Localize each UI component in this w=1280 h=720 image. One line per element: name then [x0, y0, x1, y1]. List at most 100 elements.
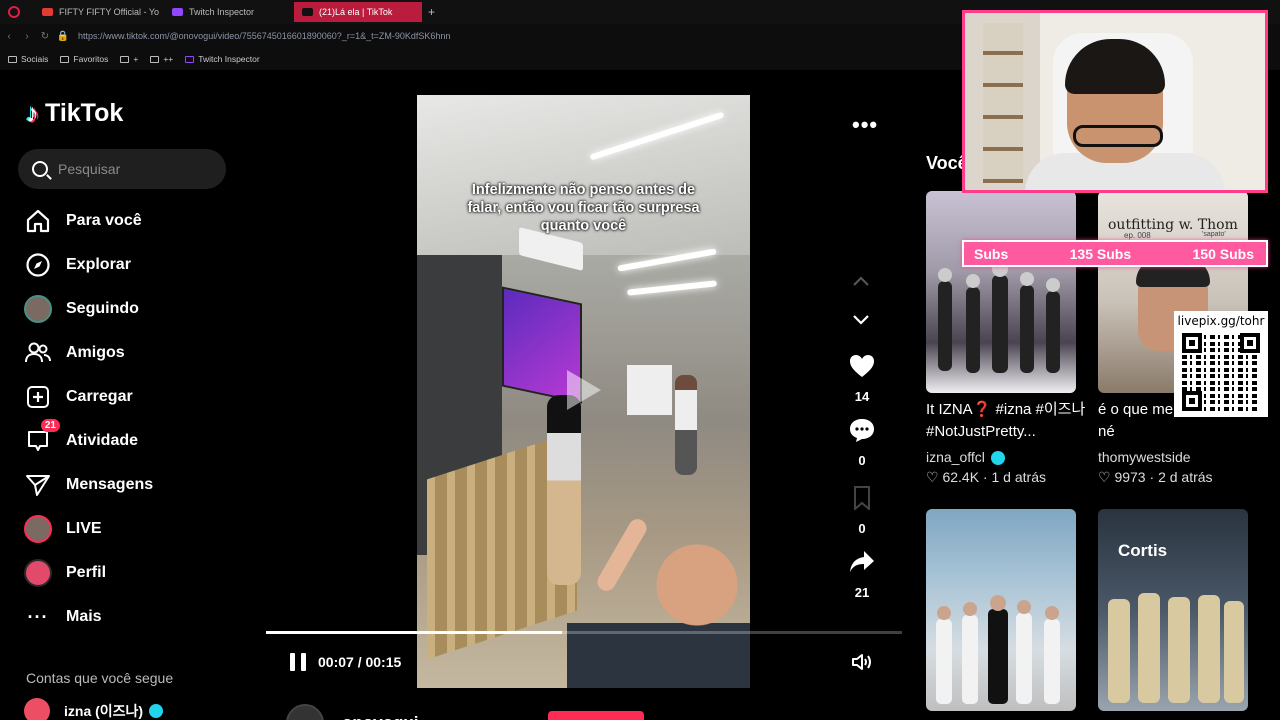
qr-label: livepix.gg/tohr: [1177, 314, 1265, 328]
share-icon: [850, 551, 874, 572]
like-button[interactable]: 14: [842, 354, 882, 404]
volume-icon: [852, 654, 871, 670]
bookmark-twitch-inspector[interactable]: Twitch Inspector: [185, 54, 260, 64]
bookmark-sociais[interactable]: Sociais: [8, 54, 48, 64]
video-player[interactable]: Infelizmente não penso antes de falar, e…: [417, 95, 750, 688]
verified-icon: [149, 704, 164, 718]
back-icon[interactable]: ‹: [0, 31, 18, 42]
share-button[interactable]: 21: [842, 550, 882, 600]
chevron-up-icon: [853, 276, 869, 286]
tab-label: FIFTY FIFTY Official - Yo: [59, 7, 160, 17]
card-time: 1 d atrás: [991, 469, 1046, 485]
sidebar-item-perfil[interactable]: Perfil: [24, 558, 106, 588]
sidebar-item-label: Seguindo: [66, 300, 139, 317]
avatar: [24, 295, 52, 323]
folder-icon: [150, 55, 160, 63]
live-icon: [24, 515, 52, 543]
webcam-person-glasses: [1073, 125, 1163, 147]
bookmark-plusplus[interactable]: ++: [150, 54, 173, 64]
pause-icon: [301, 653, 306, 671]
bookmark-plus[interactable]: +: [120, 54, 138, 64]
subs-goal: 150 Subs: [1192, 245, 1254, 262]
tiktok-logo[interactable]: ♪ TikTok: [26, 98, 123, 129]
bookmark-icon: [854, 486, 870, 512]
video-time: 00:07 / 00:15: [318, 654, 402, 670]
next-video-button[interactable]: [852, 313, 870, 325]
sidebar-item-mensagens[interactable]: Mensagens: [24, 470, 153, 500]
tiktok-favicon-icon: [302, 8, 313, 16]
card-time: 2 d atrás: [1158, 469, 1213, 485]
sidebar-item-mais[interactable]: ··· Mais: [24, 602, 102, 632]
url-field[interactable]: https://www.tiktok.com/@onovogui/video/7…: [78, 31, 450, 41]
followed-account-row[interactable]: izna (이즈나): [24, 698, 164, 720]
video-frame-light: [626, 280, 718, 296]
sidebar-item-label: Mensagens: [66, 476, 154, 493]
tab-twitch-inspector[interactable]: Twitch Inspector: [164, 2, 292, 22]
avatar: [24, 515, 52, 543]
card-title[interactable]: It IZNA❓ #izna #이즈나 #NotJustPretty...: [926, 399, 1086, 443]
video-card[interactable]: [926, 509, 1076, 711]
video-progress-fill: [266, 631, 563, 634]
webcam-overlay: [962, 10, 1268, 193]
video-author[interactable]: onovogui: [286, 704, 418, 720]
card-author-name: izna_offcl: [926, 449, 985, 465]
sidebar-item-label: LIVE: [66, 520, 102, 537]
tiktok-note-icon: ♪: [26, 98, 39, 128]
comment-button[interactable]: 0: [842, 418, 882, 468]
new-tab-button[interactable]: +: [428, 5, 435, 19]
search-input[interactable]: [58, 161, 208, 177]
video-frame-person: [675, 375, 697, 475]
qr-finder-icon: [1240, 333, 1260, 353]
previous-video-button[interactable]: [852, 274, 870, 286]
folder-icon: [8, 55, 17, 63]
comment-count: 0: [858, 453, 866, 468]
tab-tiktok[interactable]: (21)Lá ela | TikTok: [294, 2, 422, 22]
sidebar-item-carregar[interactable]: Carregar: [24, 382, 133, 412]
forward-icon[interactable]: ›: [18, 31, 36, 42]
following-section-title: Contas que você segue: [26, 670, 174, 686]
comment-icon: [850, 419, 874, 442]
activity-icon: 21: [24, 419, 60, 455]
card-thumbnail: [1108, 593, 1244, 703]
sidebar-item-seguindo[interactable]: Seguindo: [24, 294, 139, 324]
browser-logo-icon[interactable]: [8, 6, 20, 18]
card-author[interactable]: thomywestside: [1098, 449, 1191, 465]
card-likes: 62.4K: [942, 469, 980, 485]
qr-finder-icon: [1182, 391, 1202, 411]
video-card[interactable]: Cortis: [1098, 509, 1248, 711]
reload-icon[interactable]: ↻: [36, 31, 54, 42]
video-progress-bar[interactable]: [266, 631, 902, 634]
lock-icon: 🔒: [56, 30, 70, 42]
sidebar-item-para-voce[interactable]: Para você: [24, 206, 142, 236]
bookmark-label: Sociais: [21, 54, 49, 64]
pause-button[interactable]: [290, 653, 306, 671]
sidebar-item-atividade[interactable]: 21 Atividade: [24, 419, 138, 456]
more-icon: ···: [27, 606, 49, 627]
sidebar-item-amigos[interactable]: Amigos: [24, 338, 125, 368]
volume-button[interactable]: [851, 652, 873, 672]
bookmark-label: Twitch Inspector: [198, 54, 260, 64]
search-box[interactable]: [18, 149, 226, 189]
sidebar-item-label: Perfil: [66, 564, 107, 581]
bookmark-label: ++: [163, 54, 174, 64]
sidebar-item-label: Amigos: [66, 344, 125, 361]
folder-icon: [120, 55, 130, 63]
folder-icon: [60, 55, 70, 63]
bookmark-label: +: [133, 54, 139, 64]
card-author[interactable]: izna_offcl: [926, 449, 1005, 466]
search-icon: [32, 161, 48, 177]
sidebar-item-live[interactable]: LIVE: [24, 514, 102, 544]
sidebar-item-label: Explorar: [66, 256, 131, 273]
tab-fifty-fifty[interactable]: FIFTY FIFTY Official - Yo: [34, 2, 162, 22]
sidebar-item-label: Para você: [66, 212, 142, 229]
follow-button[interactable]: [548, 711, 644, 720]
more-options-icon[interactable]: •••: [852, 112, 878, 138]
sidebar-item-explorar[interactable]: Explorar: [24, 250, 131, 280]
twitch-icon: [172, 8, 183, 16]
notification-badge: 21: [40, 419, 60, 432]
video-card[interactable]: [926, 191, 1076, 393]
qr-finder-icon: [1182, 333, 1202, 353]
save-button[interactable]: 0: [842, 486, 882, 536]
bookmark-favoritos[interactable]: Favoritos: [60, 54, 108, 64]
sidebar-item-label: Mais: [66, 608, 102, 625]
